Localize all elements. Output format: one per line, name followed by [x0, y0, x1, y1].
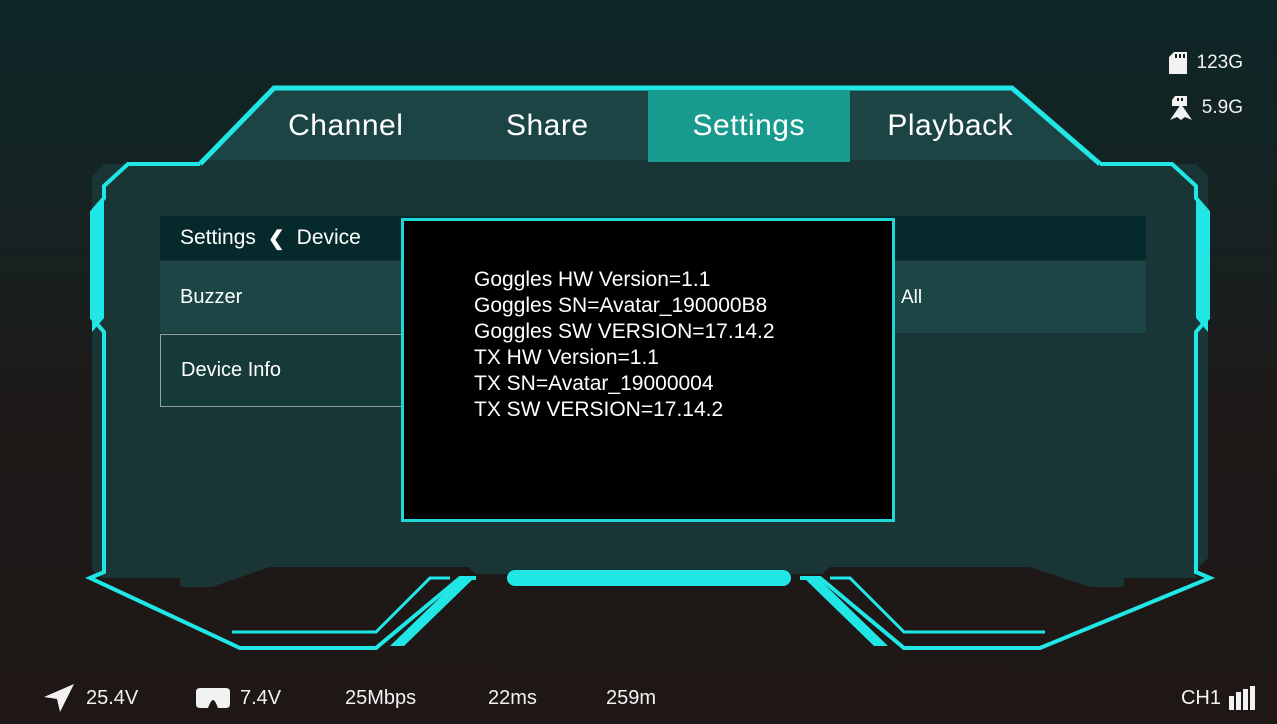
breadcrumb-current: Device — [296, 226, 361, 249]
breadcrumb-root[interactable]: Settings — [180, 226, 256, 250]
bar-right — [804, 578, 888, 646]
menu-item-buzzer[interactable]: Buzzer — [160, 261, 402, 333]
goggle-voltage-status: 7.4V — [196, 684, 281, 712]
tx-sw-version: TX SW VERSION=17.14.2 — [474, 398, 724, 421]
tx-sn: TX SN=Avatar_19000004 — [474, 372, 714, 395]
sd-card-storage: 123G — [1168, 52, 1243, 74]
chevron-left-icon[interactable]: ❮ — [268, 226, 285, 251]
drone-voltage: 25.4V — [86, 686, 139, 709]
goggles-icon — [196, 688, 230, 708]
device-info-text: Goggles HW Version=1.1 Goggles SN=Avatar… — [474, 267, 775, 423]
drone-arrow-icon — [44, 684, 74, 712]
internal-storage-icon — [1169, 96, 1192, 120]
tab-playback[interactable]: Playback — [850, 90, 1052, 162]
tab-share[interactable]: Share — [447, 90, 649, 162]
internal-storage-value: 5.9G — [1201, 97, 1243, 118]
goggle-voltage: 7.4V — [240, 686, 282, 709]
latency: 22ms — [488, 686, 537, 709]
tx-hw-version: TX HW Version=1.1 — [474, 346, 659, 369]
buzzer-value: All — [901, 287, 923, 308]
bar-left — [390, 578, 474, 646]
bitrate: 25Mbps — [345, 686, 417, 709]
sd-card-icon — [1168, 52, 1187, 74]
channel-label: CH1 — [1180, 686, 1221, 709]
menu-item-label: Buzzer — [180, 285, 243, 308]
tab-channel[interactable]: Channel — [245, 90, 447, 162]
internal-storage: 5.9G — [1169, 96, 1243, 120]
buzzer-value-row[interactable]: All — [893, 261, 1146, 333]
tab-settings[interactable]: Settings — [648, 90, 850, 162]
main-tabs: Channel Share Settings Playback — [245, 90, 1051, 162]
goggles-sw-version: Goggles SW VERSION=17.14.2 — [474, 320, 775, 343]
right-notch — [1196, 198, 1208, 332]
signal-bars-icon — [1229, 686, 1255, 710]
device-info-dialog: Goggles HW Version=1.1 Goggles SN=Avatar… — [401, 218, 895, 522]
drone-voltage-status: 25.4V — [44, 684, 138, 712]
goggles-sn: Goggles SN=Avatar_190000B8 — [474, 294, 768, 317]
sd-card-value: 123G — [1196, 52, 1243, 73]
bottom-pill — [507, 570, 791, 586]
menu-item-label: Device Info — [181, 359, 282, 381]
left-notch — [92, 198, 104, 332]
channel-status: CH1 — [1181, 684, 1255, 712]
goggles-hw-version: Goggles HW Version=1.1 — [474, 268, 711, 291]
menu-item-device-info[interactable]: Device Info — [160, 334, 402, 407]
distance: 259m — [606, 686, 657, 709]
